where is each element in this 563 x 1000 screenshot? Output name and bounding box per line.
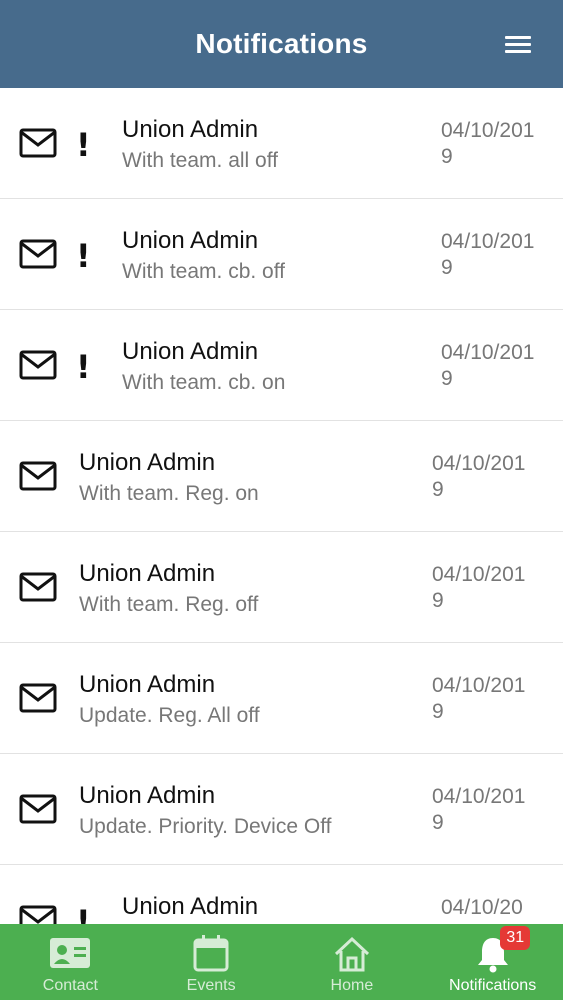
notification-row[interactable]: ! Union Admin With team. cb. on 04/10/20… (0, 310, 563, 421)
tab-label: Events (186, 977, 236, 994)
priority-mark: ! (76, 903, 91, 924)
bottom-tab-bar: Contact Events Home 31 Notifications (0, 924, 563, 1000)
notification-date: 04/10/2019 (432, 785, 526, 834)
notification-list[interactable]: ! Union Admin With team. all off 04/10/2… (0, 88, 563, 924)
sender-name: Union Admin (79, 782, 216, 809)
tab-contact[interactable]: Contact (0, 924, 141, 1000)
envelope-icon (19, 683, 57, 713)
notification-date: 04/10/2019 (441, 119, 535, 168)
envelope-icon (19, 905, 57, 924)
menu-icon[interactable] (505, 36, 531, 54)
notification-date: 04/10/2019 (441, 341, 535, 390)
sender-name: Union Admin (122, 227, 259, 254)
tab-label: Home (330, 977, 374, 994)
notification-row[interactable]: Union Admin With team. Reg. off 04/10/20… (0, 532, 563, 643)
envelope-icon (19, 350, 57, 380)
tab-notifications[interactable]: 31 Notifications (422, 924, 563, 1000)
home-icon (334, 936, 369, 972)
priority-mark: ! (76, 126, 91, 164)
notification-date: 04/10/2019 (432, 452, 526, 501)
calendar-icon (193, 935, 229, 972)
page-title: Notifications (195, 28, 368, 59)
envelope-icon (19, 239, 57, 269)
envelope-icon (19, 572, 57, 602)
notification-row[interactable]: Union Admin Update. Priority. Device Off… (0, 754, 563, 865)
notification-count-badge: 31 (500, 926, 531, 950)
tab-label: Notifications (449, 977, 537, 994)
notification-row[interactable]: ! Union Admin With team. cb. off 04/10/2… (0, 199, 563, 310)
message-preview: With team. cb. off (122, 260, 286, 283)
sender-name: Union Admin (122, 338, 259, 365)
contact-card-icon (50, 938, 91, 968)
notification-row[interactable]: Union Admin Update. Reg. All off 04/10/2… (0, 643, 563, 754)
priority-mark: ! (76, 348, 91, 386)
sender-name: Union Admin (79, 671, 216, 698)
message-preview: With team. cb. on (122, 371, 286, 394)
notification-row[interactable]: ! Union Admin 04/10/20 (0, 865, 563, 924)
tab-home[interactable]: Home (282, 924, 423, 1000)
envelope-icon (19, 461, 57, 491)
message-preview: Update. Priority. Device Off (79, 815, 332, 838)
notification-date: 04/10/2019 (441, 230, 535, 279)
notification-date: 04/10/2019 (432, 674, 526, 723)
notification-date: 04/10/20 (441, 896, 523, 919)
notification-row[interactable]: ! Union Admin With team. all off 04/10/2… (0, 88, 563, 199)
notification-date: 04/10/2019 (432, 563, 526, 612)
sender-name: Union Admin (79, 449, 216, 476)
message-preview: Update. Reg. All off (79, 704, 260, 727)
message-preview: With team. Reg. on (79, 482, 259, 505)
priority-mark: ! (76, 237, 91, 275)
envelope-icon (19, 794, 57, 824)
message-preview: With team. Reg. off (79, 593, 259, 616)
sender-name: Union Admin (79, 560, 216, 587)
tab-events[interactable]: Events (141, 924, 282, 1000)
tab-label: Contact (42, 977, 98, 994)
app-header: Notifications (0, 0, 563, 88)
message-preview: With team. all off (122, 149, 279, 172)
sender-name: Union Admin (122, 116, 259, 143)
envelope-icon (19, 128, 57, 158)
notification-row[interactable]: Union Admin With team. Reg. on 04/10/201… (0, 421, 563, 532)
sender-name: Union Admin (122, 893, 259, 920)
